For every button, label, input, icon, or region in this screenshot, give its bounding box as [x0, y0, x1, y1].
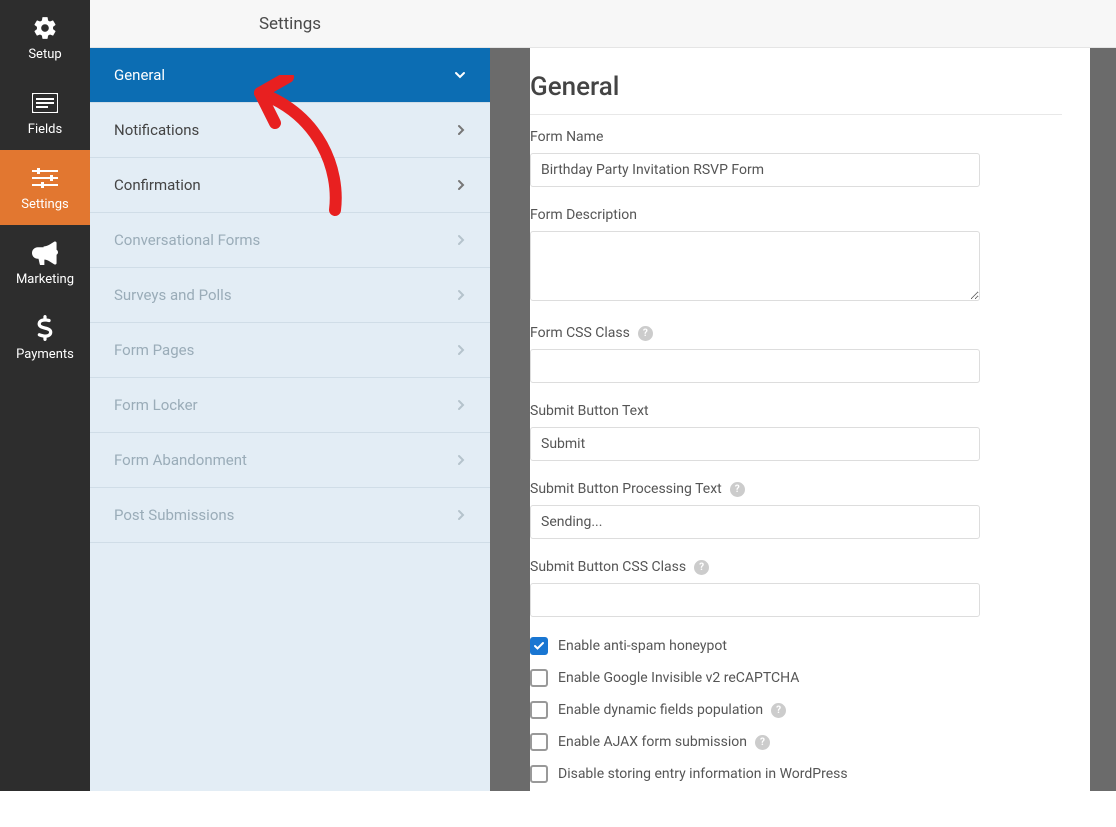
check-label: Disable storing entry information in Wor…	[558, 766, 848, 782]
submit-text-input[interactable]	[530, 427, 980, 461]
nav-settings[interactable]: Settings	[0, 150, 90, 225]
sidebar-header: Settings	[90, 0, 490, 48]
chevron-right-icon	[456, 124, 466, 136]
chevron-right-icon	[456, 454, 466, 466]
chevron-right-icon	[456, 344, 466, 356]
check-label: Enable anti-spam honeypot	[558, 638, 727, 654]
sidebar-item-form-abandonment[interactable]: Form Abandonment	[90, 433, 490, 488]
checkbox-dynamic-fields[interactable]	[530, 701, 548, 719]
help-icon[interactable]: ?	[771, 703, 786, 718]
sidebar-item-label: Form Abandonment	[114, 451, 247, 469]
nav-marketing[interactable]: Marketing	[0, 225, 90, 300]
field-label-text: Form CSS Class	[530, 325, 630, 341]
sidebar-item-conversational-forms[interactable]: Conversational Forms	[90, 213, 490, 268]
sidebar-item-surveys-polls[interactable]: Surveys and Polls	[90, 268, 490, 323]
nav-label: Fields	[28, 122, 62, 137]
help-icon[interactable]: ?	[730, 482, 745, 497]
form-description-input[interactable]	[530, 231, 980, 301]
check-label-text: Enable dynamic fields population	[558, 702, 763, 718]
help-icon[interactable]: ?	[755, 735, 770, 750]
submit-processing-input[interactable]	[530, 505, 980, 539]
nav-label: Marketing	[16, 272, 74, 287]
check-label: Enable dynamic fields population ?	[558, 702, 786, 718]
check-label-text: Enable AJAX form submission	[558, 734, 747, 750]
check-label: Enable AJAX form submission ?	[558, 734, 770, 750]
sidebar-item-confirmation[interactable]: Confirmation	[90, 158, 490, 213]
sidebar-item-label: Form Pages	[114, 341, 194, 359]
sidebar-item-label: Conversational Forms	[114, 231, 260, 249]
field-label-text: Submit Button CSS Class	[530, 559, 686, 575]
form-css-class-input[interactable]	[530, 349, 980, 383]
check-row-ajax: Enable AJAX form submission ?	[530, 733, 1062, 751]
chevron-down-icon	[454, 69, 466, 81]
submit-text-label: Submit Button Text	[530, 403, 1062, 419]
sidebar-item-notifications[interactable]: Notifications	[90, 103, 490, 158]
sidebar-item-label: Notifications	[114, 121, 199, 139]
header-spacer	[490, 0, 1116, 48]
nav-label: Setup	[28, 47, 61, 62]
sidebar-list: General Notifications Confirmation Conve…	[90, 48, 490, 791]
form-description-label: Form Description	[530, 207, 1062, 223]
nav-rail: Setup Fields Settings Marketing Payments	[0, 0, 90, 791]
chevron-right-icon	[456, 289, 466, 301]
form-css-class-label: Form CSS Class ?	[530, 325, 1062, 341]
page-title: General	[530, 72, 1062, 115]
sidebar-item-label: Post Submissions	[114, 506, 234, 524]
chevron-right-icon	[456, 399, 466, 411]
field-label-text: Submit Button Processing Text	[530, 481, 722, 497]
help-icon[interactable]: ?	[638, 326, 653, 341]
settings-sidebar: Settings General Notifications Confirmat…	[90, 0, 490, 791]
chevron-right-icon	[456, 234, 466, 246]
check-label: Enable Google Invisible v2 reCAPTCHA	[558, 670, 799, 686]
gear-icon	[31, 14, 59, 42]
sidebar-item-form-locker[interactable]: Form Locker	[90, 378, 490, 433]
sidebar-item-label: Form Locker	[114, 396, 198, 414]
checkbox-disable-storing[interactable]	[530, 765, 548, 783]
check-label-text: Enable anti-spam honeypot	[558, 638, 727, 654]
general-panel: General Form Name Form Description Form …	[530, 48, 1090, 827]
list-icon	[31, 89, 59, 117]
check-label-text: Enable Google Invisible v2 reCAPTCHA	[558, 670, 799, 686]
sliders-icon	[31, 164, 59, 192]
main-column: General Form Name Form Description Form …	[490, 0, 1116, 791]
sidebar-item-post-submissions[interactable]: Post Submissions	[90, 488, 490, 543]
check-row-dynamic-fields: Enable dynamic fields population ?	[530, 701, 1062, 719]
nav-label: Settings	[21, 197, 68, 212]
chevron-right-icon	[456, 509, 466, 521]
nav-label: Payments	[16, 347, 74, 362]
sidebar-item-form-pages[interactable]: Form Pages	[90, 323, 490, 378]
submit-css-class-label: Submit Button CSS Class ?	[530, 559, 1062, 575]
submit-processing-label: Submit Button Processing Text ?	[530, 481, 1062, 497]
nav-setup[interactable]: Setup	[0, 0, 90, 75]
sidebar-item-label: Surveys and Polls	[114, 286, 232, 304]
form-name-input[interactable]	[530, 153, 980, 187]
check-row-disable-storing: Disable storing entry information in Wor…	[530, 765, 1062, 783]
nav-fields[interactable]: Fields	[0, 75, 90, 150]
form-name-label: Form Name	[530, 129, 1062, 145]
sidebar-item-general[interactable]: General	[90, 48, 490, 103]
submit-css-class-input[interactable]	[530, 583, 980, 617]
sidebar-item-label: Confirmation	[114, 176, 201, 194]
bullhorn-icon	[31, 239, 59, 267]
check-row-antispam: Enable anti-spam honeypot	[530, 637, 1062, 655]
checkbox-antispam[interactable]	[530, 637, 548, 655]
sidebar-item-label: General	[114, 66, 165, 84]
check-label-text: Disable storing entry information in Wor…	[558, 766, 848, 782]
nav-payments[interactable]: Payments	[0, 300, 90, 375]
checkbox-ajax[interactable]	[530, 733, 548, 751]
chevron-right-icon	[456, 179, 466, 191]
help-icon[interactable]: ?	[694, 560, 709, 575]
check-row-recaptcha: Enable Google Invisible v2 reCAPTCHA	[530, 669, 1062, 687]
checkbox-recaptcha[interactable]	[530, 669, 548, 687]
dollar-icon	[31, 314, 59, 342]
